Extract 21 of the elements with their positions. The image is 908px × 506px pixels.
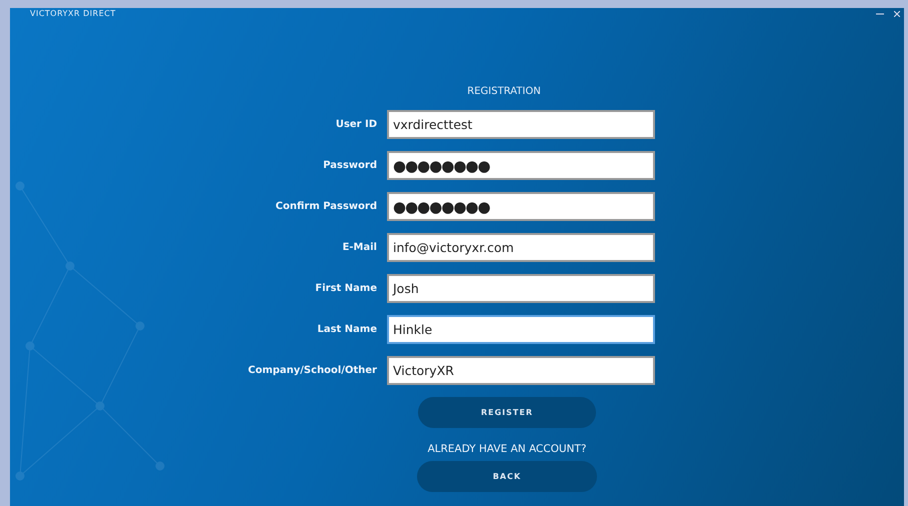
field-label: First Name — [315, 283, 377, 294]
field-label: E-Mail — [342, 242, 377, 253]
minimize-icon[interactable] — [876, 12, 884, 16]
window-title: VICTORYXR DIRECT — [30, 9, 116, 19]
field-label: Password — [323, 160, 377, 171]
field-label: User ID — [336, 119, 377, 130]
back-button[interactable]: BACK — [417, 461, 597, 492]
form-heading: REGISTRATION — [467, 86, 541, 97]
input-field[interactable]: info@victoryxr.com — [387, 233, 655, 262]
input-field[interactable]: vxrdirecttest — [387, 110, 655, 139]
close-icon[interactable] — [894, 11, 900, 17]
input-field[interactable]: Josh — [387, 274, 655, 303]
password-field[interactable]: ●●●●●●●● — [387, 192, 655, 221]
account-prompt: ALREADY HAVE AN ACCOUNT? — [428, 443, 586, 455]
input-field[interactable]: Hinkle — [387, 315, 655, 344]
password-field[interactable]: ●●●●●●●● — [387, 151, 655, 180]
field-label: Company/School/Other — [248, 365, 377, 376]
field-label: Confirm Password — [276, 201, 377, 212]
input-field[interactable]: VictoryXR — [387, 356, 655, 385]
register-button[interactable]: REGISTER — [418, 397, 596, 428]
field-label: Last Name — [317, 324, 377, 335]
